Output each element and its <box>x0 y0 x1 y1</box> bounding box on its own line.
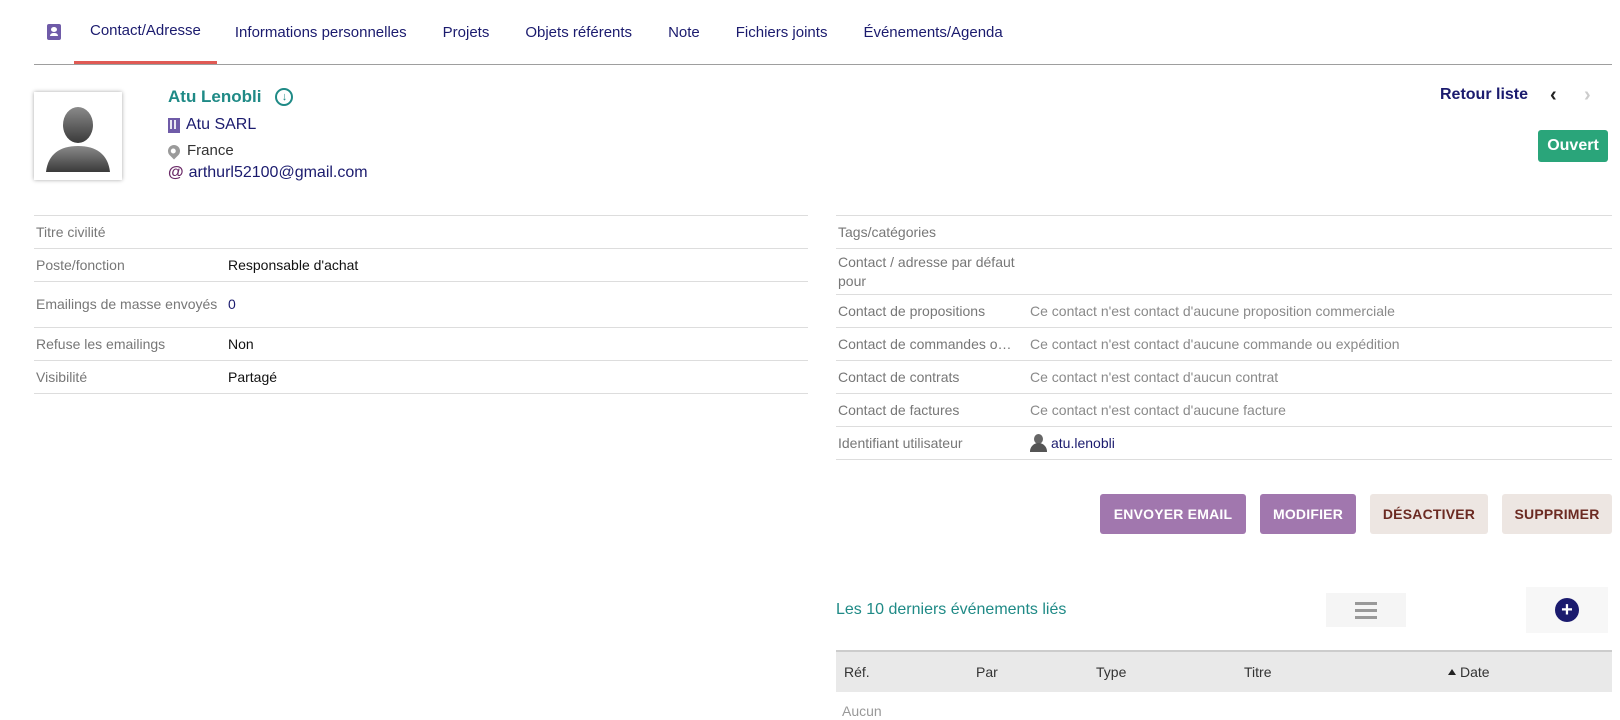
field-value: Ce contact n'est contact d'aucun contrat <box>1030 368 1279 385</box>
field-label: Contact de factures <box>838 401 960 418</box>
column-type[interactable]: Type <box>1096 664 1126 680</box>
previous-record-icon[interactable]: ‹ <box>1550 84 1557 107</box>
status-badge: Ouvert <box>1538 130 1608 162</box>
next-record-icon: › <box>1584 84 1591 106</box>
map-pin-icon <box>165 142 183 159</box>
field-row-poste: Poste/fonction Responsable d'achat <box>34 249 808 282</box>
field-value: Ce contact n'est contact d'aucune comman… <box>1030 335 1400 352</box>
email-row: @ arthurl52100@gmail.com <box>168 164 368 182</box>
field-value: Ce contact n'est contact d'aucune factur… <box>1030 401 1286 418</box>
back-to-list-link[interactable]: Retour liste <box>1440 86 1528 104</box>
field-row-commandes: Contact de commandes o… Ce contact n'est… <box>836 328 1612 361</box>
company-row: Atu SARL <box>168 116 256 134</box>
field-label: Contact de propositions <box>838 302 986 319</box>
edit-button[interactable]: MODIFIER <box>1260 494 1356 534</box>
building-icon <box>168 117 180 133</box>
field-value: Responsable d'achat <box>228 256 359 273</box>
column-par[interactable]: Par <box>976 664 998 680</box>
tab-evenements-agenda[interactable]: Événements/Agenda <box>845 0 1020 64</box>
contact-card-icon[interactable] <box>34 0 74 64</box>
field-value: Non <box>228 335 254 352</box>
add-event-button[interactable]: + <box>1526 587 1608 633</box>
field-label: Identifiant utilisateur <box>838 434 963 451</box>
column-date[interactable]: Date <box>1448 664 1490 680</box>
contact-name-row: Atu Lenobli ↓ <box>168 87 294 107</box>
contact-name: Atu Lenobli <box>168 87 262 106</box>
field-label: Poste/fonction <box>36 256 125 273</box>
field-row-titre: Titre civilité <box>34 216 808 249</box>
field-label: Contact de commandes o… <box>838 335 1012 352</box>
field-label: Visibilité <box>36 368 88 385</box>
field-row-tags: Tags/catégories <box>836 216 1612 249</box>
sort-asc-icon <box>1448 669 1456 675</box>
field-row-factures: Contact de factures Ce contact n'est con… <box>836 394 1612 427</box>
column-date-label: Date <box>1460 664 1490 680</box>
field-label: Titre civilité <box>36 223 106 240</box>
download-circle-icon[interactable]: ↓ <box>275 88 294 106</box>
field-row-emailings: Emailings de masse envoyés 0 <box>34 282 808 328</box>
tab-bar: Contact/Adresse Informations personnelle… <box>34 0 1612 65</box>
tab-projets[interactable]: Projets <box>425 0 508 64</box>
country-label: France <box>187 142 234 159</box>
tab-note[interactable]: Note <box>650 0 718 64</box>
left-fields-table: Titre civilité Poste/fonction Responsabl… <box>34 215 808 394</box>
user-silhouette-icon <box>46 107 110 172</box>
field-label: Emailings de masse envoyés <box>36 296 218 312</box>
field-value: Ce contact n'est contact d'aucune propos… <box>1030 302 1395 319</box>
right-fields-table: Tags/catégories Contact / adresse par dé… <box>836 215 1612 460</box>
field-label: Contact de contrats <box>838 368 960 385</box>
field-label: Contact / adresse par défaut pour <box>838 253 1015 289</box>
field-value: Partagé <box>228 368 278 385</box>
tab-objets-referents[interactable]: Objets référents <box>507 0 650 64</box>
avatar[interactable] <box>34 92 122 180</box>
tab-fichiers-joints[interactable]: Fichiers joints <box>718 0 846 64</box>
field-row-propositions: Contact de propositions Ce contact n'est… <box>836 295 1612 328</box>
events-empty-message: Aucun <box>842 703 882 719</box>
country-row: France <box>165 142 234 159</box>
field-row-default-contact: Contact / adresse par défaut pour <box>836 249 1612 295</box>
events-section-title: Les 10 derniers événements liés <box>836 601 1067 618</box>
company-link[interactable]: Atu SARL <box>186 116 256 134</box>
user-login-link[interactable]: atu.lenobli <box>1030 433 1115 453</box>
user-login-text: atu.lenobli <box>1051 434 1115 451</box>
plus-circle-icon: + <box>1555 598 1579 622</box>
send-email-button[interactable]: ENVOYER EMAIL <box>1100 494 1246 534</box>
field-label: Tags/catégories <box>838 223 937 240</box>
at-icon: @ <box>168 164 184 181</box>
field-row-refuse: Refuse les emailings Non <box>34 328 808 361</box>
email-link[interactable]: arthurl52100@gmail.com <box>189 164 368 182</box>
events-table-header: Réf. Par Type Titre Date <box>836 650 1612 692</box>
list-icon[interactable] <box>1326 593 1406 627</box>
field-value-link[interactable]: 0 <box>228 295 236 314</box>
column-ref[interactable]: Réf. <box>844 664 870 680</box>
tab-contact-adresse[interactable]: Contact/Adresse <box>74 0 217 64</box>
field-row-contrats: Contact de contrats Ce contact n'est con… <box>836 361 1612 394</box>
user-icon <box>1030 433 1047 452</box>
field-label: Refuse les emailings <box>36 335 166 352</box>
deactivate-button[interactable]: DÉSACTIVER <box>1370 494 1488 534</box>
delete-button[interactable]: SUPPRIMER <box>1502 494 1612 534</box>
field-row-visibilite: Visibilité Partagé <box>34 361 808 394</box>
column-titre[interactable]: Titre <box>1244 664 1271 680</box>
field-row-identifiant: Identifiant utilisateur atu.lenobli <box>836 427 1612 460</box>
tab-informations-personnelles[interactable]: Informations personnelles <box>217 0 425 64</box>
